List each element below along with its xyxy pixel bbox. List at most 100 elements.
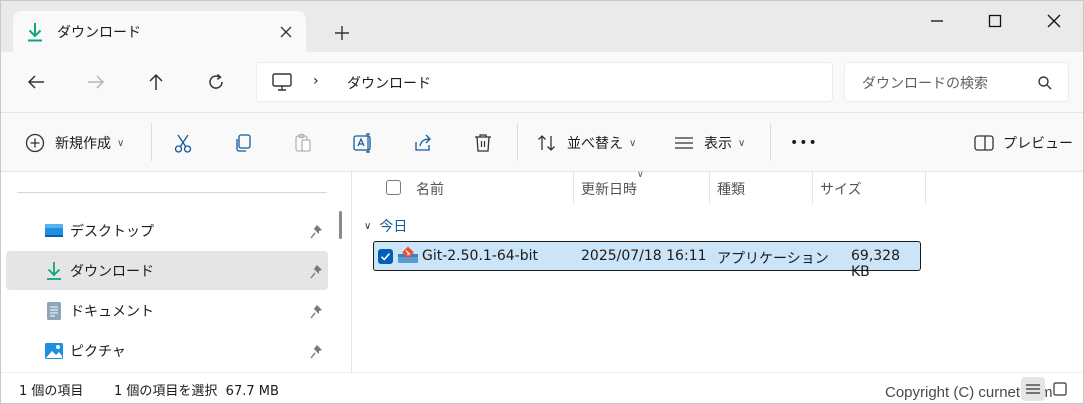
details-view-icon — [1026, 384, 1040, 394]
pc-icon — [272, 73, 292, 91]
plus-circle-icon — [25, 133, 45, 153]
back-icon[interactable] — [25, 71, 47, 93]
column-divider[interactable] — [925, 172, 926, 204]
more-options-button[interactable]: ••• — [790, 131, 818, 155]
group-header-today[interactable]: ∨ 今日 — [364, 216, 407, 236]
sort-icon — [538, 135, 555, 151]
column-modified[interactable]: 更新日時 — [581, 172, 637, 204]
selection-info: 1 個の項目を選択 67.7 MB — [114, 384, 279, 399]
chevron-down-icon: ∨ — [117, 137, 125, 149]
sidebar-item-pictures[interactable]: ピクチャ — [6, 331, 328, 370]
pane-splitter[interactable] — [333, 172, 351, 372]
item-count: 1 個の項目 — [19, 384, 84, 399]
up-icon[interactable] — [145, 71, 167, 93]
breadcrumb-downloads[interactable]: ダウンロード — [347, 73, 431, 93]
view-button-label: 表示 — [704, 136, 732, 152]
pictures-icon — [45, 343, 63, 359]
tiles-view-icon — [1053, 382, 1067, 396]
more-icon: ••• — [790, 135, 818, 151]
document-icon — [47, 302, 61, 320]
toolbar-divider — [151, 123, 152, 161]
maximize-icon[interactable] — [985, 11, 1005, 31]
address-bar[interactable]: › ダウンロード — [256, 62, 833, 102]
file-modified: 2025/07/18 16:11 — [581, 248, 707, 264]
address-row: › ダウンロード ダウンロードの検索 — [1, 52, 1083, 113]
search-input[interactable]: ダウンロードの検索 — [844, 62, 1069, 102]
sort-button[interactable]: 並べ替え ∨ — [536, 131, 636, 155]
chevron-down-icon: ∨ — [629, 137, 637, 149]
search-placeholder: ダウンロードの検索 — [862, 76, 988, 92]
table-row[interactable]: Git-2.50.1-64-bit 2025/07/18 16:11 アプリケー… — [373, 241, 921, 280]
column-type[interactable]: 種類 — [717, 172, 745, 204]
navigation-pane: デスクトップ ダウンロード ドキュメント ピクチャ — [1, 172, 331, 372]
minimize-icon[interactable] — [927, 11, 947, 31]
details-view-button[interactable] — [1021, 377, 1045, 401]
share-button[interactable] — [412, 131, 434, 155]
paste-button[interactable] — [292, 131, 314, 155]
toolbar-divider — [517, 123, 518, 161]
sort-indicator-icon: ∨ — [637, 170, 644, 180]
close-tab-icon[interactable] — [277, 23, 295, 41]
group-label: 今日 — [379, 219, 408, 235]
new-button[interactable]: 新規作成 ∨ — [24, 131, 124, 155]
pin-icon[interactable] — [310, 343, 324, 359]
desktop-icon — [45, 224, 63, 237]
view-button[interactable]: 表示 ∨ — [673, 131, 745, 155]
title-bar: ダウンロード — [1, 1, 1083, 53]
nav-divider — [17, 192, 327, 193]
column-name[interactable]: 名前 — [416, 172, 444, 204]
column-divider[interactable] — [812, 172, 813, 204]
rename-button[interactable] — [352, 131, 374, 155]
pin-icon[interactable] — [310, 223, 324, 239]
sidebar-item-documents[interactable]: ドキュメント — [6, 291, 328, 330]
forward-icon[interactable] — [85, 71, 107, 93]
new-button-label: 新規作成 — [55, 136, 111, 152]
tiles-view-button[interactable] — [1048, 377, 1072, 401]
sidebar-item-downloads[interactable]: ダウンロード — [6, 251, 328, 290]
download-icon — [47, 262, 61, 280]
tab-downloads[interactable]: ダウンロード — [13, 11, 306, 53]
preview-label: プレビュー — [1003, 136, 1073, 152]
pin-icon[interactable] — [310, 263, 324, 279]
cut-button[interactable] — [172, 131, 194, 155]
chevron-down-icon: ∨ — [738, 137, 746, 149]
row-checkbox[interactable] — [378, 249, 393, 264]
sort-button-label: 並べ替え — [567, 136, 623, 152]
preview-pane-icon — [974, 135, 994, 151]
column-header: 名前 ∨ 更新日時 種類 サイズ — [352, 170, 1083, 204]
explorer-window: ダウンロード › ダウンロード ダウンロードの検索 新規作成 ∨ 並べ替え ∨ … — [0, 0, 1084, 404]
preview-pane-button[interactable]: プレビュー — [973, 131, 1073, 155]
navigation-scrollbar[interactable] — [339, 211, 342, 239]
file-type: アプリケーション — [717, 251, 829, 267]
toolbar-divider — [770, 123, 771, 161]
breadcrumb-separator[interactable]: › — [313, 73, 319, 89]
trash-icon — [475, 134, 491, 152]
cut-icon — [174, 134, 192, 153]
status-bar: 1 個の項目 1 個の項目を選択 67.7 MB Copyright (C) c… — [1, 372, 1083, 403]
share-icon — [415, 134, 431, 151]
pin-icon[interactable] — [310, 303, 324, 319]
copy-button[interactable] — [232, 131, 254, 155]
select-all-checkbox[interactable] — [386, 180, 401, 195]
copy-icon — [236, 134, 251, 152]
file-name: Git-2.50.1-64-bit — [422, 248, 538, 264]
sidebar-item-label: デスクトップ — [70, 224, 154, 240]
close-window-icon[interactable] — [1044, 11, 1064, 31]
column-divider[interactable] — [573, 172, 574, 204]
sidebar-item-label: ピクチャ — [70, 344, 126, 360]
chevron-down-icon: ∨ — [364, 220, 372, 232]
tab-title: ダウンロード — [57, 25, 141, 41]
delete-button[interactable] — [472, 131, 494, 155]
command-bar: 新規作成 ∨ 並べ替え ∨ 表示 ∨ ••• プレビュー — [1, 113, 1083, 172]
git-installer-icon — [398, 246, 418, 263]
sidebar-item-label: ダウンロード — [70, 264, 154, 280]
rename-icon — [353, 133, 371, 153]
file-size: 69,328 KB — [851, 248, 900, 280]
sidebar-item-desktop[interactable]: デスクトップ — [6, 211, 328, 250]
paste-icon — [295, 133, 311, 152]
download-icon — [28, 23, 42, 42]
column-divider[interactable] — [709, 172, 710, 204]
column-size[interactable]: サイズ — [820, 172, 862, 204]
new-tab-icon[interactable] — [333, 24, 351, 42]
refresh-icon[interactable] — [205, 71, 227, 93]
